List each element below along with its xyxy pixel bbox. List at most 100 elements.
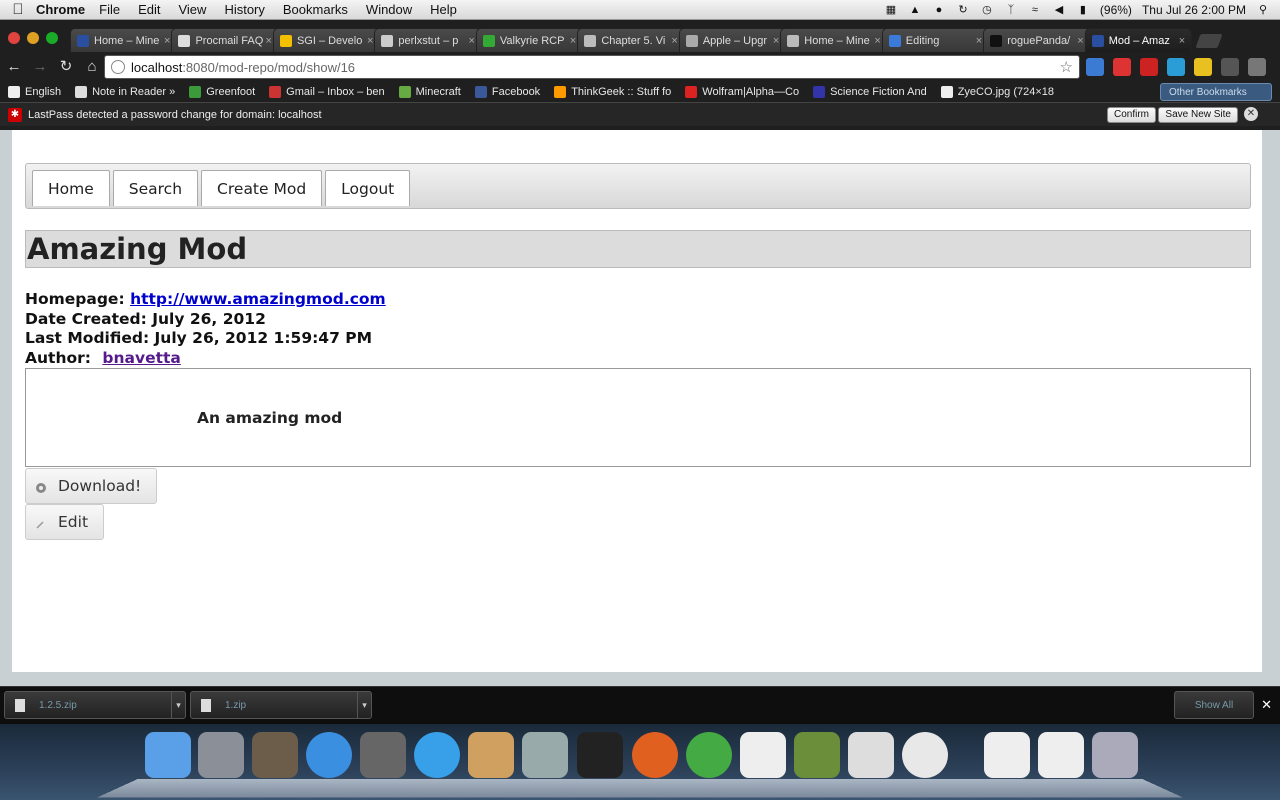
tab-close-icon[interactable]: ×	[570, 35, 576, 47]
apple-menu-icon[interactable]: 	[0, 1, 36, 18]
trash-icon[interactable]	[1092, 732, 1138, 778]
photo-booth-icon[interactable]	[252, 732, 298, 778]
new-tab-button[interactable]	[1195, 34, 1223, 48]
drive-icon[interactable]: ▲	[908, 3, 922, 17]
tab-editing[interactable]: Editing ×	[881, 28, 990, 52]
finder-icon[interactable]	[145, 732, 191, 778]
time-machine-icon[interactable]: ◷	[980, 3, 994, 17]
sync-icon[interactable]: ↻	[956, 3, 970, 17]
tab-roguepanda[interactable]: roguePanda/ ×	[983, 28, 1091, 52]
tab-close-icon[interactable]: ×	[367, 35, 373, 47]
chrome-icon[interactable]	[902, 732, 948, 778]
tab-close-icon[interactable]: ×	[164, 35, 170, 47]
wifi-icon[interactable]: ≈	[1028, 3, 1042, 17]
author-link[interactable]: bnavetta	[102, 349, 180, 367]
bookmark-minecraft[interactable]: Minecraft	[398, 86, 461, 98]
launchpad-icon[interactable]	[198, 732, 244, 778]
close-window-icon[interactable]	[8, 32, 20, 44]
facetime-icon[interactable]	[360, 732, 406, 778]
download-button[interactable]: Download!	[25, 468, 158, 504]
forward-icon[interactable]: →	[28, 56, 52, 78]
minimize-window-icon[interactable]	[27, 32, 39, 44]
menu-history[interactable]: History	[224, 2, 264, 17]
close-icon[interactable]: ✕	[1261, 697, 1272, 713]
gmail-checker-icon[interactable]	[1140, 58, 1158, 76]
clock[interactable]: Thu Jul 26 2:00 PM	[1142, 3, 1246, 17]
zoom-window-icon[interactable]	[46, 32, 58, 44]
chevron-down-icon[interactable]: ▾	[357, 692, 371, 718]
tab-close-icon[interactable]: ×	[773, 35, 779, 47]
homepage-link[interactable]: http://www.amazingmod.com	[130, 290, 386, 308]
nav-create-mod[interactable]: Create Mod	[201, 170, 323, 206]
save-new-site-button[interactable]: Save New Site	[1158, 107, 1238, 123]
bookmark-note-in-reader[interactable]: Note in Reader »	[75, 86, 175, 98]
tab-mod-amazing[interactable]: Mod – Amaz ×	[1084, 28, 1193, 52]
downloads-stack-icon[interactable]	[1038, 732, 1084, 778]
volume-icon[interactable]: ◀	[1052, 3, 1066, 17]
iphoto-icon[interactable]	[468, 732, 514, 778]
grid-icon[interactable]: ▦	[884, 3, 898, 17]
firefox-icon[interactable]	[632, 732, 678, 778]
minecraft-icon[interactable]	[794, 732, 840, 778]
tab-valkyrie-rcp[interactable]: Valkyrie RCP ×	[475, 28, 584, 52]
tab-home-mine-2[interactable]: Home – Mine ×	[780, 28, 888, 52]
menu-window[interactable]: Window	[366, 2, 412, 17]
download-item[interactable]: 1.zip ▾	[190, 691, 372, 719]
battery-icon[interactable]: ▮	[1076, 3, 1090, 17]
nav-search[interactable]: Search	[112, 170, 199, 206]
tab-close-icon[interactable]: ×	[976, 35, 982, 47]
nav-home[interactable]: Home	[32, 170, 110, 206]
download-item[interactable]: 1.2.5.zip ▾	[4, 691, 186, 719]
tab-close-icon[interactable]: ×	[1077, 35, 1083, 47]
menu-help[interactable]: Help	[430, 2, 457, 17]
menu-bookmarks[interactable]: Bookmarks	[283, 2, 348, 17]
app-store-icon[interactable]	[306, 732, 352, 778]
bookmark-greenfoot[interactable]: Greenfoot	[189, 86, 255, 98]
tab-chapter-5[interactable]: Chapter 5. Vi ×	[577, 28, 685, 52]
translate-icon[interactable]	[1086, 58, 1104, 76]
back-icon[interactable]: ←	[2, 56, 26, 78]
blank-app-icon[interactable]	[848, 732, 894, 778]
menu-edit[interactable]: Edit	[138, 2, 160, 17]
home-icon[interactable]: ⌂	[80, 56, 104, 78]
bookmark-zyeco[interactable]: ZyeCO.jpg (724×18	[940, 86, 1054, 98]
lastpass-icon[interactable]	[1221, 58, 1239, 76]
bookmark-star-icon[interactable]: ☆	[1060, 58, 1073, 76]
page-info-icon[interactable]	[111, 60, 125, 74]
tab-close-icon[interactable]: ×	[1179, 35, 1185, 47]
gmail-icon[interactable]	[1113, 58, 1131, 76]
menu-file[interactable]: File	[99, 2, 120, 17]
spotlight-icon[interactable]: ⚲	[1256, 3, 1270, 17]
textedit-icon[interactable]	[740, 732, 786, 778]
nav-logout[interactable]: Logout	[325, 170, 411, 206]
reload-icon[interactable]: ↻	[54, 56, 78, 78]
bookmark-science-fiction[interactable]: Science Fiction And	[813, 86, 927, 98]
tab-home-mine[interactable]: Home – Mine ×	[70, 28, 178, 52]
app-name-menu[interactable]: Chrome	[36, 2, 85, 17]
tab-close-icon[interactable]: ×	[266, 35, 272, 47]
tab-sgi-developer[interactable]: SGI – Develo ×	[272, 28, 381, 52]
tab-procmail-faq[interactable]: Procmail FAQ ×	[171, 28, 279, 52]
bookmark-facebook[interactable]: Facebook	[474, 86, 540, 98]
tab-perlxstut[interactable]: perlxstut – p ×	[374, 28, 482, 52]
system-preferences-icon[interactable]	[522, 732, 568, 778]
chevron-down-icon[interactable]: ▾	[171, 692, 185, 718]
evernote-icon[interactable]: ●	[932, 3, 946, 17]
close-icon[interactable]: ✕	[1244, 107, 1258, 121]
bluetooth-icon[interactable]: ᛉ	[1004, 3, 1018, 17]
terminal-icon[interactable]	[577, 732, 623, 778]
address-bar[interactable]: localhost:8080/mod-repo/mod/show/16 ☆	[104, 55, 1080, 79]
bookmark-wolfram-alpha[interactable]: Wolfram|Alpha—Co	[685, 86, 799, 98]
tab-apple-upgrade[interactable]: Apple – Upgr ×	[678, 28, 787, 52]
bookmark-thinkgeek[interactable]: ThinkGeek :: Stuff fo	[554, 86, 671, 98]
other-bookmarks-folder[interactable]: Other Bookmarks	[1160, 83, 1272, 101]
show-all-downloads-button[interactable]: Show All	[1174, 691, 1254, 719]
extension-globe-icon[interactable]	[1167, 58, 1185, 76]
bookmark-english[interactable]: English	[8, 86, 61, 98]
notes-icon[interactable]	[1194, 58, 1212, 76]
bookmark-gmail[interactable]: Gmail – Inbox – ben	[269, 86, 385, 98]
edit-button[interactable]: Edit	[25, 504, 105, 540]
eclipse-icon[interactable]	[686, 732, 732, 778]
confirm-button[interactable]: Confirm	[1106, 107, 1156, 123]
documents-stack-icon[interactable]	[984, 732, 1030, 778]
